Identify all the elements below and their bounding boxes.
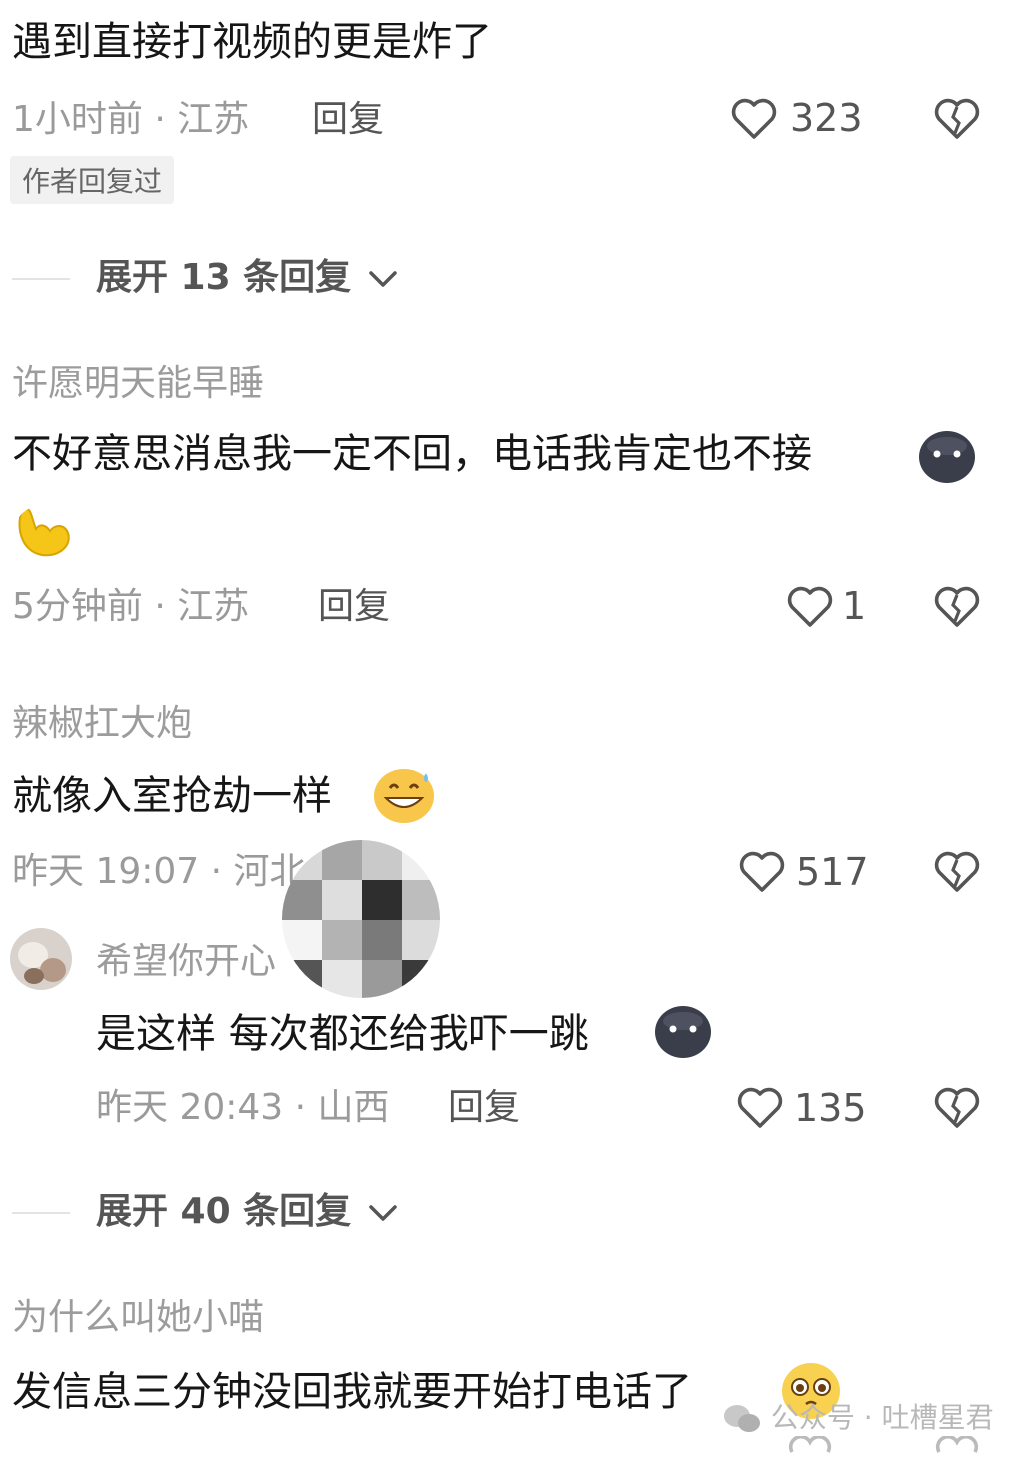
dark-face-emoji-icon (919, 431, 975, 483)
heart-icon[interactable] (786, 583, 834, 629)
expand-label: 展开 40 条回复 (96, 1191, 352, 1232)
comment-text: 发信息三分钟没回我就要开始打电话了 (12, 1369, 692, 1415)
expand-label: 展开 13 条回复 (96, 257, 352, 298)
heart-icon[interactable] (730, 95, 778, 141)
grin-sweat-emoji-icon (374, 769, 434, 823)
watermark-text: 公众号 · 吐槽星君 (770, 1401, 994, 1434)
comment-meta: 昨天 19:07 · 河北 (12, 851, 306, 892)
heart-icon[interactable] (736, 1084, 784, 1130)
like-count: 135 (794, 1086, 867, 1130)
comment-meta: 5分钟前 · 江苏 (12, 586, 250, 627)
wechat-icon (724, 1405, 760, 1432)
username[interactable]: 希望你开心 (96, 942, 276, 982)
like-count: 323 (790, 96, 863, 140)
expand-replies-button[interactable]: 展开 40 条回复 (96, 1192, 398, 1232)
dislike-icon[interactable] (932, 583, 982, 629)
like-count: 1 (842, 584, 867, 628)
dislike-icon[interactable] (932, 95, 982, 141)
dark-face-emoji-icon (655, 1006, 711, 1058)
dislike-icon[interactable] (932, 848, 982, 894)
comment-meta: 昨天 20:43 · 山西 (96, 1087, 390, 1128)
reply-button[interactable]: 回复 (312, 100, 384, 140)
comment-text: 就像入室抢劫一样 (12, 773, 332, 819)
heart-icon[interactable] (786, 1436, 834, 1466)
reply-button[interactable]: 回复 (318, 587, 390, 627)
username[interactable]: 许愿明天能早睡 (12, 364, 264, 404)
blurred-avatar (282, 840, 440, 998)
dislike-icon[interactable] (932, 1436, 982, 1466)
dislike-icon[interactable] (932, 1084, 982, 1130)
chevron-down-icon (368, 271, 397, 287)
heart-icon[interactable] (738, 848, 786, 894)
comment-meta: 1小时前 · 江苏 (12, 99, 250, 140)
divider (12, 1212, 70, 1214)
divider (12, 278, 70, 280)
watermark: 公众号 · 吐槽星君 (722, 1396, 994, 1436)
chevron-down-icon (368, 1205, 397, 1221)
avatar[interactable] (10, 928, 72, 990)
username[interactable]: 辣椒扛大炮 (12, 704, 192, 744)
comment-text: 不好意思消息我一定不回，电话我肯定也不接 (12, 431, 812, 477)
author-replied-tag: 作者回复过 (10, 156, 175, 204)
username[interactable]: 为什么叫她小喵 (12, 1298, 264, 1338)
expand-replies-button[interactable]: 展开 13 条回复 (96, 258, 398, 298)
like-count: 517 (796, 850, 869, 894)
comment-text: 遇到直接打视频的更是炸了 (12, 19, 492, 65)
flexed-arm-emoji-icon (18, 507, 70, 557)
reply-button[interactable]: 回复 (448, 1088, 520, 1128)
comment-text: 是这样 每次都还给我吓一跳 (96, 1011, 589, 1057)
